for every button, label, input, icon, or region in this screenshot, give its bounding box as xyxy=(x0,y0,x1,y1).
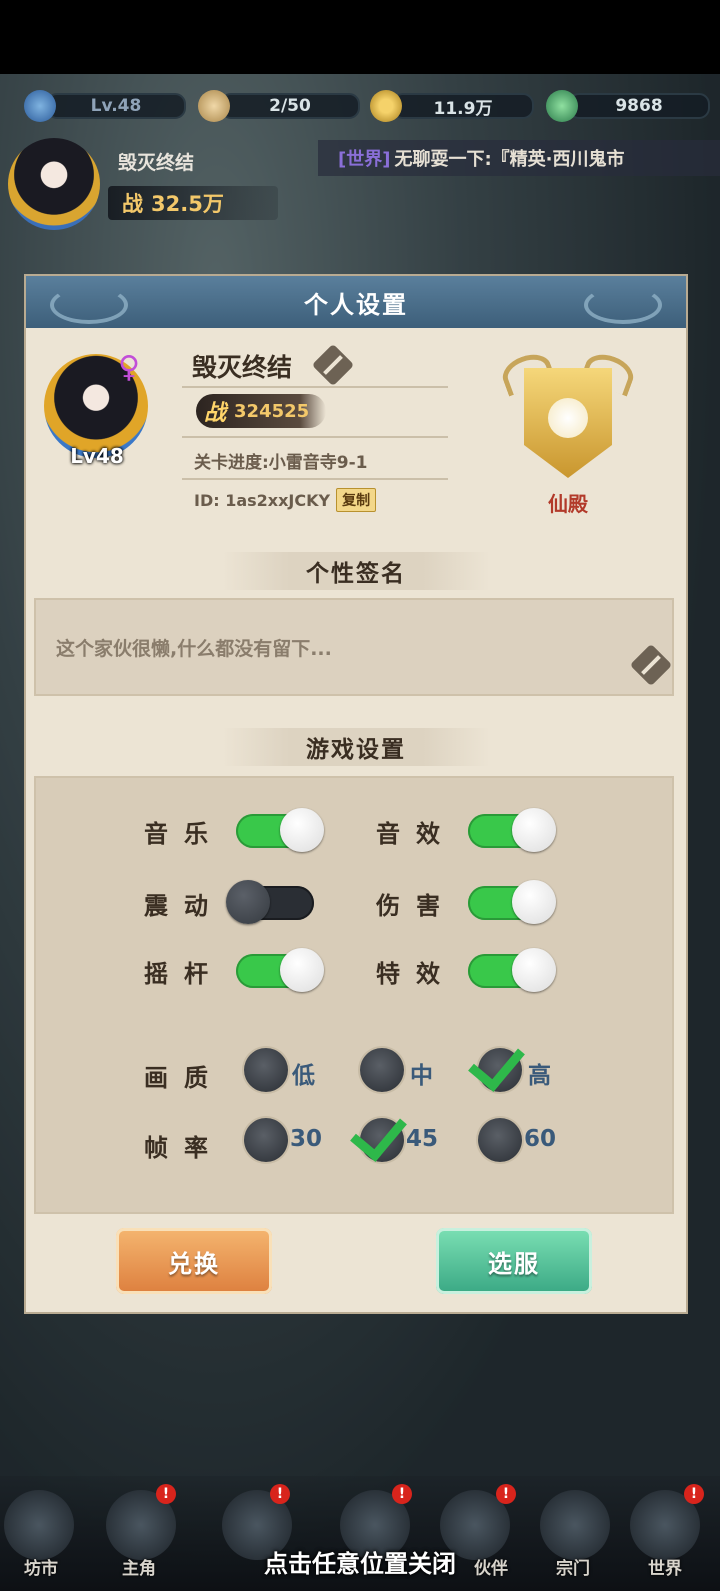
joystick-label: 摇杆 xyxy=(144,960,224,988)
cloud-ornament-icon xyxy=(584,286,662,324)
swirl-icon xyxy=(24,90,56,122)
power-value: 32.5万 xyxy=(151,192,224,216)
status-bar xyxy=(0,0,720,74)
quality-low-radio[interactable] xyxy=(244,1048,288,1092)
framerate-60-radio[interactable] xyxy=(478,1118,522,1162)
quality-high-radio[interactable] xyxy=(468,1033,525,1092)
damage-toggle[interactable] xyxy=(468,880,556,924)
vibration-label: 震动 xyxy=(144,892,224,920)
dialog-title: 个人设置 xyxy=(304,290,408,319)
personal-settings-dialog: 个人设置 ♀ Lv48 毁灭终结 战 324525 关卡进度:小雷音寺9-1 I… xyxy=(26,276,686,1312)
divider xyxy=(182,478,448,480)
game-settings-header: 游戏设置 xyxy=(222,728,490,766)
player-header[interactable]: 毁灭终结 战 32.5万 xyxy=(8,138,308,230)
notification-dot: ! xyxy=(684,1484,704,1504)
profile-name: 毁灭终结 xyxy=(192,353,293,382)
stage-progress: 关卡进度:小雷音寺9-1 xyxy=(194,453,368,473)
ticker-channel: [世界] xyxy=(338,149,391,170)
music-label: 音乐 xyxy=(144,820,224,848)
framerate-45-label: 45 xyxy=(406,1126,439,1152)
toggle-knob xyxy=(280,808,324,852)
sfx-label: 音效 xyxy=(376,820,456,848)
level-resource: Lv.48 xyxy=(24,90,186,122)
damage-label: 伤害 xyxy=(376,892,456,920)
chat-ticker[interactable]: [世界] 无聊耍一下:『精英·西川鬼市 xyxy=(318,140,720,176)
notification-dot: ! xyxy=(392,1484,412,1504)
quality-medium-label: 中 xyxy=(410,1063,433,1089)
player-id: ID: 1as2xxJCKY xyxy=(194,490,331,510)
close-hint: 点击任意位置关闭 xyxy=(264,1550,456,1578)
server-select-button[interactable]: 选服 xyxy=(436,1228,592,1294)
framerate-30-radio[interactable] xyxy=(244,1118,288,1162)
quality-low-label: 低 xyxy=(292,1063,315,1089)
stamina-value: 2/50 xyxy=(220,93,360,119)
cloud-ornament-icon xyxy=(50,286,128,324)
signature-header: 个性签名 xyxy=(222,552,490,590)
coin-icon xyxy=(370,90,402,122)
lotus-icon xyxy=(548,398,588,438)
female-icon: ♀ xyxy=(118,350,140,385)
dialog-title-bar: 个人设置 xyxy=(26,276,686,328)
quality-medium-radio[interactable] xyxy=(360,1048,404,1092)
avatar xyxy=(8,138,100,230)
framerate-60-label: 60 xyxy=(524,1126,557,1152)
bun-icon xyxy=(198,90,230,122)
jade-icon xyxy=(546,90,578,122)
toggle-knob xyxy=(226,880,270,924)
jade-resource[interactable]: 9868 xyxy=(546,90,710,122)
framerate-30-label: 30 xyxy=(290,1126,323,1152)
checkmark-icon xyxy=(350,1103,407,1162)
copy-id-button[interactable]: 复制 xyxy=(336,488,377,512)
divider xyxy=(182,386,448,388)
edit-name-icon[interactable] xyxy=(311,343,355,387)
music-toggle[interactable] xyxy=(236,808,324,852)
power-prefix: 战 xyxy=(122,192,143,216)
rank-badge[interactable]: 仙殿 xyxy=(497,348,639,516)
joystick-toggle[interactable] xyxy=(236,948,324,992)
coin-resource[interactable]: 11.9万 xyxy=(370,90,534,122)
rank-badge-label: 仙殿 xyxy=(548,492,588,516)
game-settings-panel: 音乐 音效 震动 伤害 摇杆 特效 画质 低 中 高 帧率 30 45 60 xyxy=(34,776,674,1214)
signature-box[interactable]: 这个家伙很懒,什么都没有留下... xyxy=(34,598,674,696)
signature-text: 这个家伙很懒,什么都没有留下... xyxy=(56,638,332,660)
power-display: 战 32.5万 xyxy=(108,186,278,220)
effects-toggle[interactable] xyxy=(468,948,556,992)
ticker-text: 无聊耍一下:『精英·西川鬼市 xyxy=(394,149,625,170)
profile-power-value: 324525 xyxy=(234,400,310,422)
sfx-toggle[interactable] xyxy=(468,808,556,852)
stamina-resource[interactable]: 2/50 xyxy=(198,90,360,122)
level-value: Lv.48 xyxy=(46,93,186,119)
edit-signature-icon[interactable] xyxy=(629,643,673,687)
power-prefix: 战 xyxy=(204,401,227,426)
notification-dot: ! xyxy=(496,1484,516,1504)
toggle-knob xyxy=(512,808,556,852)
toggle-knob xyxy=(280,948,324,992)
profile-level: Lv48 xyxy=(70,444,124,468)
quality-label: 画质 xyxy=(144,1064,224,1092)
framerate-45-radio[interactable] xyxy=(350,1103,407,1162)
divider xyxy=(182,436,448,438)
profile-power: 战 324525 xyxy=(196,394,326,428)
checkmark-icon xyxy=(468,1033,525,1092)
notification-dot: ! xyxy=(270,1484,290,1504)
notification-dot: ! xyxy=(156,1484,176,1504)
jade-value: 9868 xyxy=(568,93,710,119)
quality-high-label: 高 xyxy=(528,1063,551,1089)
coin-value: 11.9万 xyxy=(392,93,534,119)
framerate-label: 帧率 xyxy=(144,1134,224,1162)
redeem-button[interactable]: 兑换 xyxy=(116,1228,272,1294)
toggle-knob xyxy=(512,880,556,924)
effects-label: 特效 xyxy=(376,960,456,988)
toggle-knob xyxy=(512,948,556,992)
player-name: 毁灭终结 xyxy=(118,152,195,174)
player-id-line: ID: 1as2xxJCKY 复制 xyxy=(194,488,377,512)
vibration-toggle[interactable] xyxy=(226,880,314,924)
